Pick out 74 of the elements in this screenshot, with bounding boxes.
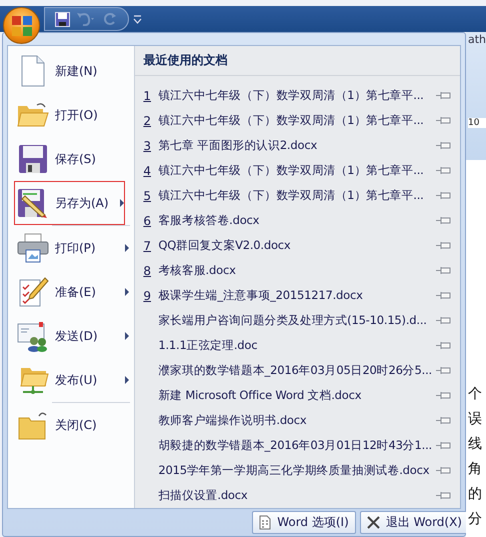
recent-document-link[interactable]: QQ群回复文案V2.0.docx [158, 238, 432, 254]
recent-document-link[interactable]: 客服考核答卷.docx [158, 213, 432, 228]
menu-item[interactable]: 发布(U) [14, 358, 130, 402]
recent-document-link[interactable]: 濮家琪的数学错题本_2016年03月05日20时26分5... [158, 363, 432, 378]
folder-icon [17, 101, 49, 130]
menu-item[interactable]: 发送(D) [14, 314, 130, 358]
document-options-icon [259, 515, 272, 530]
recent-document-link[interactable]: 2015学年第一学期高三化学期终质量抽测试卷.docx [158, 463, 432, 478]
pin-icon[interactable] [436, 291, 452, 300]
menu-item[interactable]: 打印(P) [14, 226, 130, 270]
recent-document-link[interactable]: 新建 Microsoft Office Word 文档.docx [158, 388, 432, 404]
customize-dropdown-icon[interactable] [133, 14, 142, 24]
pin-icon[interactable] [436, 491, 452, 500]
envelope-people-icon [17, 320, 49, 352]
floppy-pencil-icon [17, 188, 49, 218]
pin-icon[interactable] [436, 391, 452, 400]
pin-icon[interactable] [436, 416, 452, 426]
recent-document-link[interactable]: 1.1.1正弦定理.doc [158, 338, 432, 354]
pin-icon[interactable] [436, 341, 452, 350]
recent-document-link[interactable]: 镇江六中七年级（下）数学双周清（1）第七章平... [158, 88, 432, 104]
recent-documents-heading: 最近使用的文档 [135, 46, 460, 76]
item-number: 5 [143, 188, 152, 203]
document-text: 的 [467, 486, 483, 502]
pin-icon[interactable] [436, 141, 452, 150]
pin-icon[interactable] [436, 191, 452, 200]
menu-item[interactable]: 准备(E) [14, 270, 130, 314]
office-logo-icon [10, 14, 32, 36]
recent-document-link[interactable]: 扫描仪设置.docx [158, 488, 432, 504]
pin-icon[interactable] [436, 366, 452, 376]
pin-icon[interactable] [436, 91, 452, 100]
recent-document-link[interactable]: 镇江六中七年级（下）数学双周清（1）第七章平... [158, 163, 432, 178]
checklist-pencil-icon [17, 276, 49, 308]
pin-icon[interactable] [436, 466, 452, 476]
folder-close-icon [17, 410, 49, 440]
item-number: 7 [143, 238, 152, 253]
document-text: 线 [467, 436, 483, 452]
recent-document-link[interactable]: 家长端用户咨询问题分类及处理方式(15-10.15).d... [158, 313, 432, 328]
recent-document-link[interactable]: 胡毅捷的数学错题本_2016年03月01日12时43分1... [158, 438, 432, 454]
menu-item[interactable]: 保存(S) [14, 137, 130, 182]
footer-button[interactable]: 退出 Word(X) [360, 511, 469, 534]
menu-item[interactable]: 新建(N) [14, 49, 130, 94]
pin-icon[interactable] [436, 216, 452, 226]
item-number: 4 [143, 164, 152, 178]
recent-document-link[interactable]: 镇江六中七年级（下）数学双周清（1）第七章平... [158, 113, 432, 128]
printer-icon [17, 233, 49, 264]
recent-document-link[interactable]: 第七章 平面图形的认识2.docx [158, 138, 432, 154]
pin-icon[interactable] [436, 241, 452, 250]
menu-item[interactable]: 另存为(A) [14, 181, 125, 226]
item-number: 3 [143, 138, 152, 153]
item-number: 6 [143, 214, 152, 228]
item-number: 9 [143, 288, 152, 303]
pin-icon[interactable] [436, 316, 452, 326]
item-number: 2 [143, 114, 152, 128]
footer-button[interactable]: Word 选项(I) [252, 511, 356, 534]
font-size-field[interactable]: 10 [468, 118, 486, 128]
pin-icon[interactable] [436, 441, 452, 450]
pin-icon[interactable] [436, 116, 452, 126]
ribbon-text: ath [468, 33, 486, 46]
item-number: 1 [143, 88, 152, 103]
document-text: 角 [467, 461, 483, 477]
menu-item[interactable]: 关闭(C) [14, 403, 130, 448]
recent-document-link[interactable]: 极课学生端_注意事项_20151217.docx [158, 288, 432, 304]
document-text: 分 [467, 511, 483, 527]
item-number: 8 [143, 264, 152, 278]
pin-icon[interactable] [436, 266, 452, 276]
save-icon[interactable] [55, 12, 70, 26]
menu-item[interactable]: 打开(O) [14, 93, 130, 138]
close-icon [366, 516, 380, 530]
recent-document-link[interactable]: 镇江六中七年级（下）数学双周清（1）第七章平... [158, 188, 432, 204]
document-text: 个 [467, 386, 483, 402]
document-text: 误 [467, 411, 483, 427]
recent-document-link[interactable]: 教师客户端操作说明书.docx [158, 413, 432, 428]
pin-icon[interactable] [436, 166, 452, 176]
recent-document-link[interactable]: 考核客服.docx [158, 263, 432, 278]
